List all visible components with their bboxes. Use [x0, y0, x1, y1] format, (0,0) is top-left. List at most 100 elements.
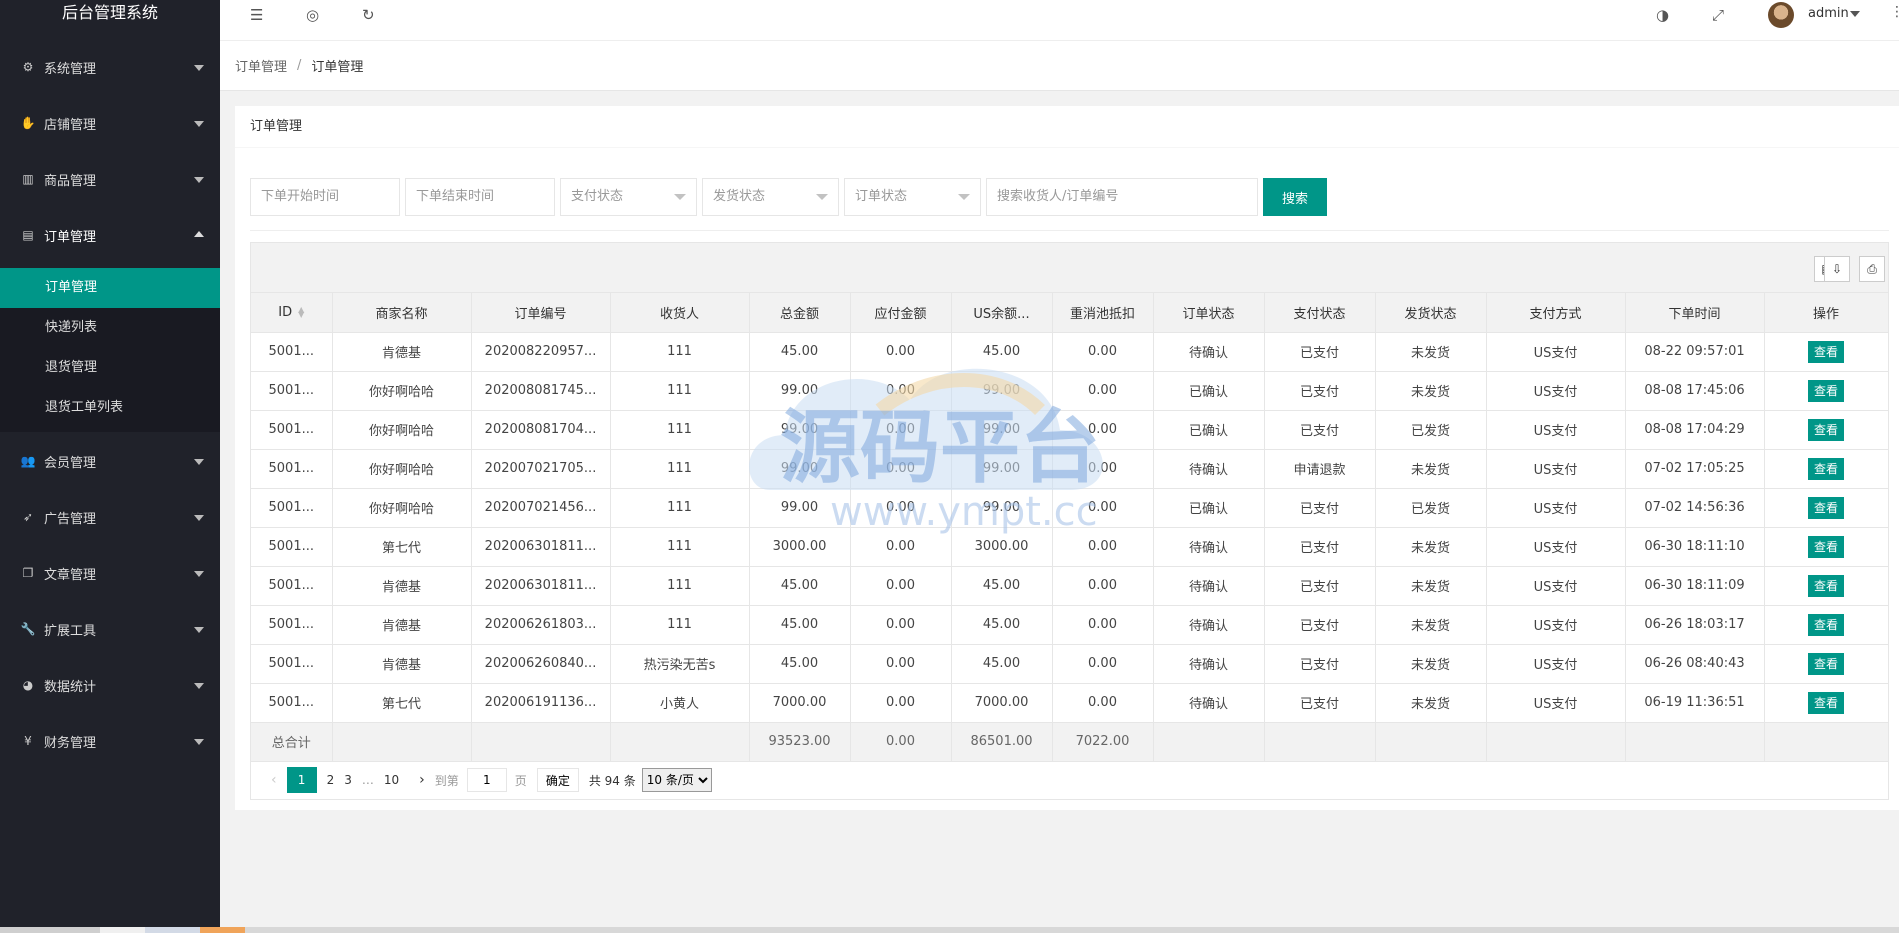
goto-page-input[interactable] [466, 768, 507, 792]
view-button[interactable]: 查看 [1807, 535, 1844, 558]
menu-toggle-icon[interactable]: ☰ [250, 6, 263, 24]
cell-order-status: 待确认 [1153, 332, 1265, 372]
order-status-select[interactable]: 订单状态 [844, 178, 981, 216]
pay-status-select[interactable]: 支付状态 [560, 178, 697, 216]
rocket-icon: ➶ [22, 510, 34, 524]
cell-order-status: 待确认 [1153, 449, 1265, 489]
col-header-order-time: 下单时间 [1625, 293, 1765, 333]
sidebar-subitem-return-tickets[interactable]: 退货工单列表 [0, 388, 220, 428]
next-page-icon[interactable]: › [419, 772, 425, 788]
sort-icon[interactable]: ▲ ▼ [298, 306, 304, 319]
view-button[interactable]: 查看 [1807, 691, 1844, 714]
page-2[interactable]: 2 [327, 773, 335, 787]
chevron-down-icon [194, 177, 204, 183]
cell-actions: 查看 [1764, 605, 1889, 645]
cell-pay-method: US支付 [1486, 488, 1626, 528]
view-button[interactable]: 查看 [1807, 613, 1844, 636]
cell-merchant: 你好啊哈哈 [332, 410, 472, 450]
globe-icon[interactable]: ◎ [306, 6, 319, 24]
search-button[interactable]: 搜索 [1263, 178, 1327, 216]
breadcrumb-parent[interactable]: 订单管理 [235, 56, 287, 75]
page-1[interactable]: 1 [286, 767, 317, 793]
sidebar-item-articles[interactable]: ❐ 文章管理 [0, 553, 220, 593]
cell-receiver: 111 [610, 332, 750, 372]
page-3[interactable]: 3 [344, 773, 352, 787]
view-button[interactable]: 查看 [1807, 379, 1844, 402]
sidebar-item-tools[interactable]: 🔧 扩展工具 [0, 609, 220, 649]
sidebar-item-label: 数据统计 [44, 679, 97, 695]
sidebar-item-orders[interactable]: ▤ 订单管理 [0, 215, 220, 255]
cell-receiver: 111 [610, 488, 750, 528]
cell-pay-method: US支付 [1486, 449, 1626, 489]
cell-id: 5001... [251, 644, 333, 684]
page-10[interactable]: 10 [384, 773, 399, 787]
chevron-down-icon [674, 194, 686, 200]
cell-pay-method: US支付 [1486, 332, 1626, 372]
orders-submenu: 订单管理 快递列表 退货管理 退货工单列表 [0, 268, 220, 432]
chevron-down-icon [194, 65, 204, 71]
view-button[interactable]: 查看 [1807, 340, 1844, 363]
cell-order-time: 07-02 17:05:25 [1625, 449, 1765, 489]
cell-us-balance: 99.00 [951, 410, 1053, 450]
view-button[interactable]: 查看 [1807, 652, 1844, 675]
end-time-input[interactable]: 下单结束时间 [405, 178, 555, 216]
cell-order-status: 待确认 [1153, 683, 1265, 723]
view-button[interactable]: 查看 [1807, 457, 1844, 480]
cell-payable: 0.00 [850, 605, 952, 645]
cell-order-time: 06-30 18:11:10 [1625, 527, 1765, 567]
view-button[interactable]: 查看 [1807, 496, 1844, 519]
sidebar-item-ads[interactable]: ➶ 广告管理 [0, 497, 220, 537]
cell-actions: 查看 [1764, 644, 1889, 684]
keyword-search-input[interactable]: 搜索收货人/订单编号 [986, 178, 1258, 216]
print-icon[interactable]: ⎙ [1859, 256, 1885, 282]
cell-actions: 查看 [1764, 488, 1889, 528]
sidebar-item-finance[interactable]: ¥ 财务管理 [0, 721, 220, 761]
export-icon[interactable]: ⇩ [1824, 256, 1850, 282]
total-cell: 86501.00 [951, 722, 1053, 762]
page-size-select[interactable]: 10 条/页 [641, 768, 712, 792]
username[interactable]: admin [1808, 6, 1849, 21]
order-card: 订单管理 下单开始时间 下单结束时间 支付状态 发货状态 订单状态 搜索收货人/… [235, 106, 1899, 810]
cell-total: 3000.00 [749, 527, 851, 567]
col-header-id[interactable]: ID ▲ ▼ [251, 293, 333, 333]
fullscreen-icon[interactable]: ⤢ [1712, 6, 1724, 24]
cell-payable: 0.00 [850, 644, 952, 684]
more-vertical-icon[interactable]: ⋮ [1890, 4, 1899, 20]
sidebar-subitem-orders[interactable]: 订单管理 [0, 268, 220, 308]
cell-merchant: 你好啊哈哈 [332, 488, 472, 528]
total-cell [1625, 722, 1765, 762]
cell-us-balance: 99.00 [951, 449, 1053, 489]
total-cell: 7022.00 [1052, 722, 1154, 762]
theme-palette-icon[interactable]: ◑ [1656, 6, 1669, 24]
cell-receiver: 111 [610, 410, 750, 450]
sidebar-subitem-returns[interactable]: 退货管理 [0, 348, 220, 388]
cell-payable: 0.00 [850, 449, 952, 489]
sidebar-item-members[interactable]: 👥 会员管理 [0, 441, 220, 481]
view-button[interactable]: 查看 [1807, 574, 1844, 597]
sidebar-subitem-express[interactable]: 快递列表 [0, 308, 220, 348]
start-time-input[interactable]: 下单开始时间 [250, 178, 400, 216]
cell-pay-method: US支付 [1486, 683, 1626, 723]
sidebar-item-shop[interactable]: ✋ 店铺管理 [0, 103, 220, 143]
goto-label: 到第 [434, 773, 459, 788]
ship-status-select[interactable]: 发货状态 [702, 178, 839, 216]
cell-pay-status: 已支付 [1264, 605, 1376, 645]
chevron-down-icon[interactable] [1850, 11, 1860, 17]
goto-confirm-button[interactable]: 确定 [536, 768, 579, 792]
cell-ship-status: 未发货 [1375, 371, 1487, 411]
sidebar-item-label: 广告管理 [44, 511, 97, 527]
sidebar-item-goods[interactable]: ▥ 商品管理 [0, 159, 220, 199]
sidebar-item-stats[interactable]: ◕ 数据统计 [0, 665, 220, 705]
avatar[interactable] [1768, 2, 1794, 28]
col-header-receiver: 收货人 [610, 293, 750, 333]
refresh-icon[interactable]: ↻ [362, 6, 375, 24]
prev-page-icon[interactable]: ‹ [271, 772, 277, 788]
breadcrumb-separator: / [297, 58, 302, 73]
sidebar-item-system[interactable]: ⚙ 系统管理 [0, 47, 220, 87]
cell-pool-deduct: 0.00 [1052, 371, 1154, 411]
view-button[interactable]: 查看 [1807, 418, 1844, 441]
cell-actions: 查看 [1764, 449, 1889, 489]
sidebar-item-label: 财务管理 [44, 735, 97, 751]
cell-order-status: 待确认 [1153, 527, 1265, 567]
cell-us-balance: 99.00 [951, 488, 1053, 528]
